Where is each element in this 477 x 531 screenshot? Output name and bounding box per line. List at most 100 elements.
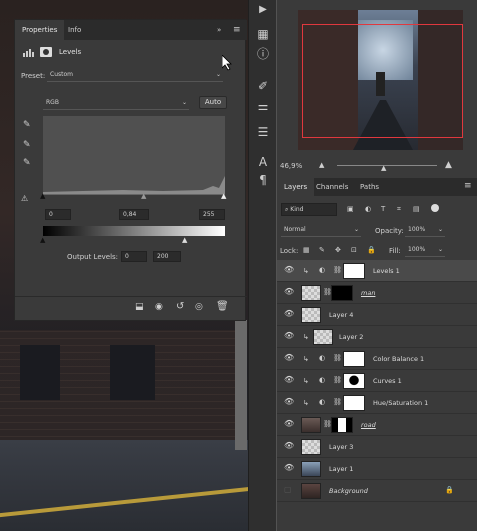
layer-row-layer-2[interactable]: 👁 ↳ Layer 2 xyxy=(277,326,477,348)
sliders-icon[interactable]: ⚌ xyxy=(255,98,271,114)
brush-icon[interactable]: ✐ xyxy=(255,78,271,94)
layer-row-layer-3[interactable]: 👁 Layer 3 xyxy=(277,436,477,458)
visibility-eye-icon[interactable]: 👁 xyxy=(284,397,294,407)
layer-thumbnail[interactable] xyxy=(301,285,321,301)
layer-mask-thumbnail[interactable] xyxy=(343,395,365,411)
visibility-eye-icon[interactable]: 👁 xyxy=(284,463,294,473)
gray-point-eyedropper-icon[interactable]: ✎ xyxy=(23,140,31,150)
layer-name[interactable]: Layer 4 xyxy=(329,304,353,326)
filter-toggle[interactable] xyxy=(431,204,439,212)
layer-row-color-balance-1[interactable]: 👁 ↳ ◐ ⛓ Color Balance 1 xyxy=(277,348,477,370)
clip-to-layer-icon[interactable]: ⬓ xyxy=(135,302,144,312)
input-white-slider[interactable]: ▲ xyxy=(221,192,226,200)
zoom-out-icon[interactable]: ▲ xyxy=(319,161,324,169)
adjustments-icon[interactable]: ▦ xyxy=(255,26,271,42)
canvas-scrollbar[interactable] xyxy=(235,320,247,450)
fill-field[interactable]: 100% ⌄ xyxy=(405,244,445,257)
layer-row-hue-saturation-1[interactable]: 👁 ↳ ◐ ⛓ Hue/Saturation 1 xyxy=(277,392,477,414)
lock-pixels-icon[interactable]: ✎ xyxy=(319,246,325,254)
layer-row-layer-1[interactable]: 👁 Layer 1 xyxy=(277,458,477,480)
layer-thumbnail[interactable] xyxy=(301,461,321,477)
collapse-icon[interactable]: » xyxy=(217,26,221,34)
input-gamma-slider[interactable]: ▲ xyxy=(141,192,146,200)
filter-pixel-icon[interactable]: ▣ xyxy=(347,205,354,213)
navigator-view-box[interactable] xyxy=(302,24,463,138)
layer-name[interactable]: Levels 1 xyxy=(373,260,400,282)
layer-row-curves-1[interactable]: 👁 ↳ ◐ ⛓ Curves 1 xyxy=(277,370,477,392)
tab-info[interactable]: Info xyxy=(61,20,88,40)
filter-adjustment-icon[interactable]: ◐ xyxy=(365,205,371,213)
visibility-eye-icon[interactable]: ▢ xyxy=(284,485,294,495)
layer-thumbnail[interactable] xyxy=(301,307,321,323)
input-white-field[interactable]: 255 xyxy=(199,209,225,220)
play-icon[interactable]: ▶ xyxy=(255,2,271,18)
character-icon[interactable]: A xyxy=(255,154,271,170)
layer-name[interactable]: Color Balance 1 xyxy=(373,348,424,370)
output-white-slider[interactable]: ▲ xyxy=(182,236,187,244)
layer-mask-thumbnail[interactable] xyxy=(343,373,365,389)
layer-name[interactable]: Curves 1 xyxy=(373,370,402,392)
layer-mask-thumbnail[interactable] xyxy=(331,417,353,433)
layer-thumbnail[interactable] xyxy=(301,483,321,499)
layer-name[interactable]: Hue/Saturation 1 xyxy=(373,392,428,414)
visibility-icon[interactable]: ◎ xyxy=(195,302,203,312)
delete-icon[interactable]: 🗑 xyxy=(216,301,229,312)
layer-name[interactable]: man xyxy=(361,282,375,304)
tab-channels[interactable]: Channels xyxy=(309,178,355,196)
visibility-eye-icon[interactable]: 👁 xyxy=(284,419,294,429)
zoom-slider-handle[interactable]: ▲ xyxy=(381,164,386,172)
layers-stack-icon[interactable]: ☰ xyxy=(255,124,271,140)
preset-select[interactable]: Custom ⌄ xyxy=(47,70,223,82)
input-black-field[interactable]: 0 xyxy=(45,209,71,220)
view-previous-state-icon[interactable]: ◉ xyxy=(155,302,163,312)
lock-all-icon[interactable]: 🔒 xyxy=(367,246,376,254)
zoom-in-icon[interactable]: ▲ xyxy=(445,160,452,170)
opacity-field[interactable]: 100% ⌄ xyxy=(405,224,445,237)
tab-paths[interactable]: Paths xyxy=(353,178,386,196)
layer-name[interactable]: Layer 2 xyxy=(339,326,363,348)
zoom-value[interactable]: 46,9% xyxy=(280,162,302,170)
layer-mask-thumbnail[interactable] xyxy=(343,263,365,279)
lock-artboard-icon[interactable]: ⊡ xyxy=(351,246,357,254)
visibility-eye-icon[interactable]: 👁 xyxy=(284,353,294,363)
visibility-eye-icon[interactable]: 👁 xyxy=(284,331,294,341)
filter-shape-icon[interactable]: ⌗ xyxy=(397,205,401,214)
visibility-eye-icon[interactable]: 👁 xyxy=(284,287,294,297)
layer-thumbnail[interactable] xyxy=(301,439,321,455)
navigator-thumbnail[interactable] xyxy=(298,10,463,150)
filter-smart-object-icon[interactable]: ▤ xyxy=(413,205,420,213)
reset-icon[interactable]: ↺ xyxy=(176,301,184,312)
white-point-eyedropper-icon[interactable]: ✎ xyxy=(23,158,31,168)
panel-menu-icon[interactable]: ≡ xyxy=(464,181,472,191)
layer-row-layer-4[interactable]: 👁 Layer 4 xyxy=(277,304,477,326)
layer-name[interactable]: Layer 1 xyxy=(329,458,353,480)
layer-mask-thumbnail[interactable] xyxy=(343,351,365,367)
filter-kind-select[interactable]: ⌕ Kind xyxy=(281,203,337,216)
tab-properties[interactable]: Properties xyxy=(15,20,65,40)
input-gamma-field[interactable]: 0,84 xyxy=(119,209,149,220)
input-black-slider[interactable]: ▲ xyxy=(40,192,45,200)
channel-select[interactable]: RGB ⌄ xyxy=(43,97,189,110)
blend-mode-select[interactable]: Normal ⌄ xyxy=(281,224,361,237)
lock-transparency-icon[interactable]: ▦ xyxy=(303,246,310,254)
layer-row-road[interactable]: 👁 ⛓ road xyxy=(277,414,477,436)
lock-position-icon[interactable]: ✥ xyxy=(335,246,341,254)
filter-type-icon[interactable]: T xyxy=(381,205,385,213)
visibility-eye-icon[interactable]: 👁 xyxy=(284,265,294,275)
paragraph-icon[interactable]: ¶ xyxy=(255,172,271,188)
layer-mask-thumbnail[interactable] xyxy=(331,285,353,301)
layer-name[interactable]: Layer 3 xyxy=(329,436,353,458)
layer-thumbnail[interactable] xyxy=(313,329,333,345)
panel-menu-icon[interactable]: ≡ xyxy=(233,25,241,35)
layer-thumbnail[interactable] xyxy=(301,417,321,433)
clipping-warning-icon[interactable]: ⚠ xyxy=(21,194,28,203)
auto-button[interactable]: Auto xyxy=(199,96,227,109)
mask-icon[interactable] xyxy=(40,47,52,57)
layer-name[interactable]: Background xyxy=(329,480,368,502)
output-white-field[interactable]: 200 xyxy=(153,251,181,262)
output-black-slider[interactable]: ▲ xyxy=(40,236,45,244)
layer-name[interactable]: road xyxy=(361,414,376,436)
output-black-field[interactable]: 0 xyxy=(121,251,147,262)
black-point-eyedropper-icon[interactable]: ✎ xyxy=(23,120,31,130)
layer-row-man[interactable]: 👁 ⛓ man xyxy=(277,282,477,304)
